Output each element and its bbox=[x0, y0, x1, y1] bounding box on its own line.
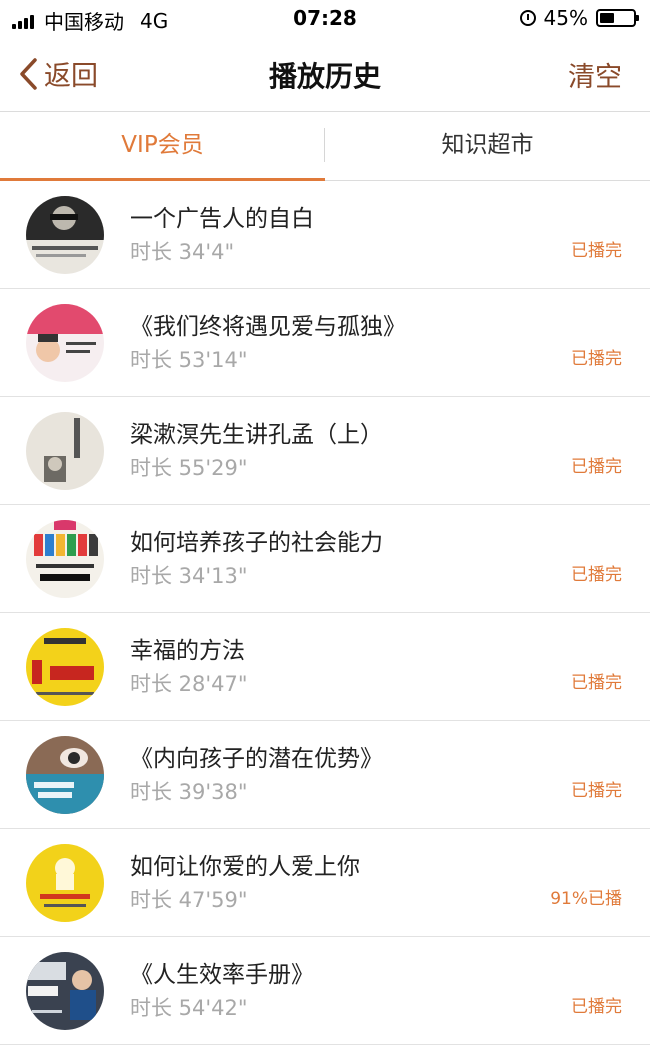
history-list: 一个广告人的自白 时长 34'4" 已播完 《我们终将遇见爱与孤独》 时长 53… bbox=[0, 181, 650, 1045]
book-cover-7 bbox=[26, 844, 104, 922]
item-title: 一个广告人的自白 bbox=[130, 206, 314, 232]
item-status: 已播完 bbox=[571, 241, 622, 261]
item-title: 如何让你爱的人爱上你 bbox=[130, 854, 360, 880]
item-status: 已播完 bbox=[571, 781, 622, 801]
list-item[interactable]: 《我们终将遇见爱与孤独》 时长 53'14" 已播完 bbox=[0, 289, 650, 397]
tab-bar: VIP会员 知识超市 bbox=[0, 112, 650, 181]
list-item[interactable]: 一个广告人的自白 时长 34'4" 已播完 bbox=[0, 181, 650, 289]
item-duration: 时长 54'42" bbox=[130, 996, 248, 1020]
item-title: 梁漱溟先生讲孔孟（上） bbox=[130, 422, 383, 448]
item-status: 已播完 bbox=[571, 457, 622, 477]
item-title: 《内向孩子的潜在优势》 bbox=[130, 746, 383, 772]
book-cover-1 bbox=[26, 196, 104, 274]
item-duration: 时长 39'38" bbox=[130, 780, 248, 804]
tab-knowledge-market[interactable]: 知识超市 bbox=[325, 112, 650, 180]
item-status: 已播完 bbox=[571, 997, 622, 1017]
item-title: 《人生效率手册》 bbox=[130, 962, 314, 988]
book-cover-3 bbox=[26, 412, 104, 490]
item-duration: 时长 34'4" bbox=[130, 240, 235, 264]
list-item[interactable]: 《内向孩子的潜在优势》 时长 39'38" 已播完 bbox=[0, 721, 650, 829]
item-duration: 时长 55'29" bbox=[130, 456, 248, 480]
book-cover-6 bbox=[26, 736, 104, 814]
list-item[interactable]: 幸福的方法 时长 28'47" 已播完 bbox=[0, 613, 650, 721]
item-status: 已播完 bbox=[571, 565, 622, 585]
page-title: 播放历史 bbox=[268, 60, 381, 93]
item-duration: 时长 28'47" bbox=[130, 672, 248, 696]
item-status: 已播完 bbox=[571, 349, 622, 369]
clear-button[interactable]: 清空 bbox=[568, 55, 622, 94]
status-bar: 中国移动 4G 07:28 45% bbox=[0, 0, 650, 36]
alarm-icon bbox=[519, 10, 536, 26]
book-cover-2 bbox=[26, 304, 104, 382]
item-duration: 时长 53'14" bbox=[130, 348, 248, 372]
battery-percent: 45% bbox=[543, 6, 588, 30]
book-cover-8 bbox=[26, 952, 104, 1030]
item-title: 如何培养孩子的社会能力 bbox=[130, 530, 383, 556]
navigation-bar: 返回 播放历史 清空 bbox=[0, 36, 650, 112]
list-item[interactable]: 如何培养孩子的社会能力 时长 34'13" 已播完 bbox=[0, 505, 650, 613]
list-item[interactable]: 《人生效率手册》 时长 54'42" 已播完 bbox=[0, 937, 650, 1045]
book-cover-5 bbox=[26, 628, 104, 706]
battery-icon bbox=[596, 9, 639, 27]
item-duration: 时长 34'13" bbox=[130, 564, 248, 588]
status-right: 45% bbox=[519, 6, 639, 30]
item-status: 已播完 bbox=[571, 673, 622, 693]
list-item[interactable]: 如何让你爱的人爱上你 时长 47'59" 91%已播 bbox=[0, 829, 650, 937]
list-item[interactable]: 梁漱溟先生讲孔孟（上） 时长 55'29" 已播完 bbox=[0, 397, 650, 505]
book-cover-4 bbox=[26, 520, 104, 598]
item-title: 《我们终将遇见爱与孤独》 bbox=[130, 314, 406, 340]
tab-vip[interactable]: VIP会员 bbox=[0, 112, 325, 181]
item-duration: 时长 47'59" bbox=[130, 888, 248, 912]
item-title: 幸福的方法 bbox=[130, 638, 245, 664]
item-status: 91%已播 bbox=[550, 889, 622, 909]
